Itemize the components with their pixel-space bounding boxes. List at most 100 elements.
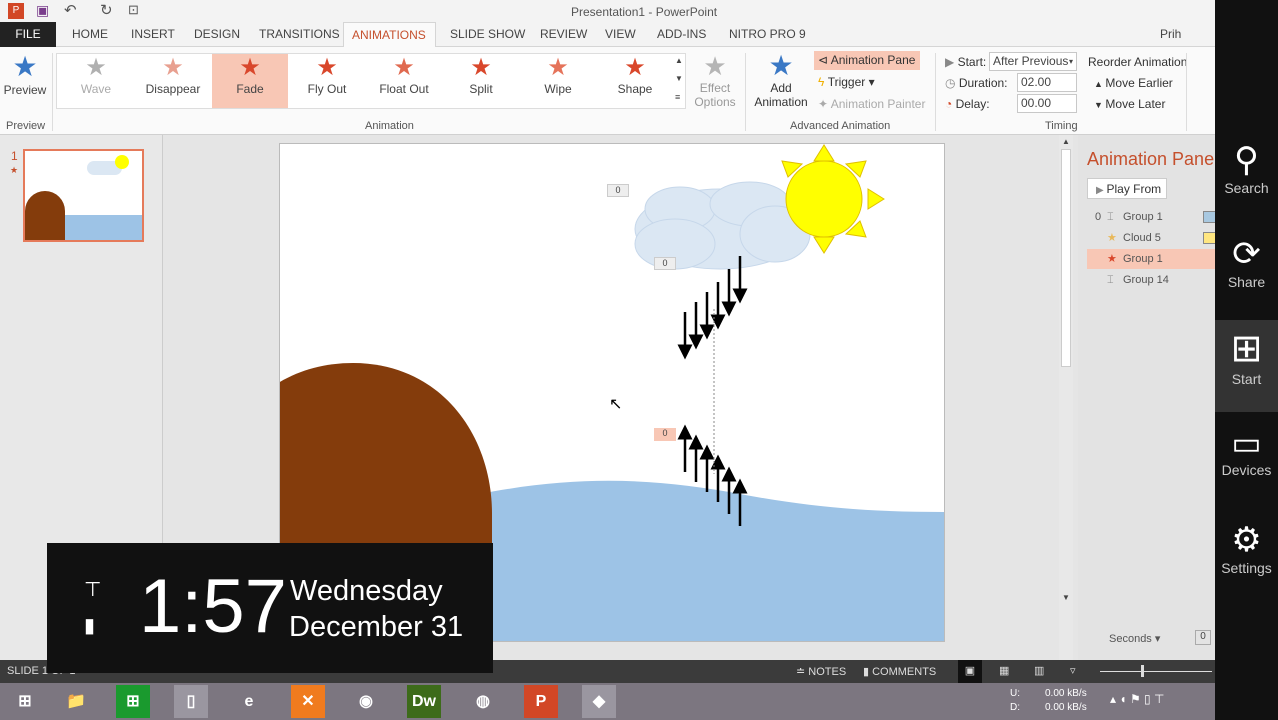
animation-star-icon: ★ — [162, 54, 184, 81]
vertical-scrollbar[interactable]: ▲ ▼ — [1059, 135, 1073, 660]
add-animation-button[interactable]: ★ Add Animation — [752, 50, 810, 110]
reading-view-icon[interactable]: ▥ — [1034, 664, 1044, 677]
title-bar: P ▣ ↶ ↻ ⊡ Presentation1 - PowerPoint — [0, 0, 1215, 22]
tray-icons[interactable]: ▴ ◖ ⚑ ▯ ⊤ — [1110, 692, 1164, 706]
water-shape[interactable] — [480, 480, 945, 642]
charm-share[interactable]: ⟳ Share — [1215, 234, 1278, 328]
gallery-scroll-up[interactable]: ▲ — [675, 56, 683, 65]
animation-fade[interactable]: ★ Fade — [212, 54, 288, 108]
settings-gear-icon: ⚙ — [1231, 521, 1262, 559]
taskbar-windows-start-icon[interactable]: ⊞ — [8, 685, 42, 718]
taskbar-powerpoint-icon[interactable]: P — [524, 685, 558, 718]
play-from-button[interactable]: ▶ Play From — [1087, 178, 1167, 199]
animation-list-item[interactable]: ⌶ Group 14 — [1087, 270, 1215, 290]
animation-list-item[interactable]: ★ Group 1 — [1087, 249, 1215, 269]
notes-button[interactable]: ≐ NOTES — [796, 665, 846, 678]
scroll-up-icon[interactable]: ▲ — [1062, 137, 1070, 146]
lock-clock-overlay: ⊤ ▮ 1:57 Wednesday December 31 — [47, 543, 493, 673]
ribbon-tabs: FILE HOME INSERT DESIGN TRANSITIONS ANIM… — [0, 22, 1215, 66]
taskbar-app-icon[interactable]: ▯ — [174, 685, 208, 718]
redo-icon[interactable]: ↻ — [100, 1, 113, 19]
scroll-thumb[interactable] — [1061, 149, 1071, 367]
taskbar-chrome-icon[interactable]: ◉ — [349, 685, 383, 718]
taskbar: ⊞ 📁 ⊞ ▯ e ✕ ◉ Dw ◍ P ◆ U: D: 0.00 kB/s 0.00 kB/s ▴… — [0, 683, 1215, 720]
comments-button[interactable]: ▮ COMMENTS — [863, 665, 936, 678]
animation-wave[interactable]: ★ Wave — [58, 54, 134, 108]
taskbar-xampp-icon[interactable]: ✕ — [291, 685, 325, 718]
animation-tag-selected[interactable]: 0 — [654, 428, 676, 441]
gallery-more[interactable]: ≡ — [675, 92, 680, 102]
rain-arrows-down[interactable] — [677, 256, 748, 360]
animation-list-item[interactable]: 0 ⌶ Group 1 — [1087, 207, 1217, 227]
user-name[interactable]: Prih Hatmo — [1152, 22, 1215, 66]
taskbar-recorder-icon[interactable]: ◆ — [582, 685, 616, 718]
preview-button[interactable]: ★ Preview — [2, 51, 48, 113]
timeline-zoom-value[interactable]: 0 — [1195, 630, 1211, 645]
gallery-scroll-down[interactable]: ▼ — [675, 74, 683, 83]
animation-tag[interactable]: 0 — [607, 184, 629, 197]
taskbar-file-explorer-icon[interactable]: 📁 — [59, 685, 93, 718]
zoom-slider[interactable] — [1100, 671, 1212, 672]
tab-add-ins[interactable]: ADD-INS — [649, 22, 714, 47]
tab-home[interactable]: HOME — [64, 22, 116, 47]
taskbar-dreamweaver-icon[interactable]: Dw — [407, 685, 441, 718]
download-speed: 0.00 kB/s — [1045, 702, 1087, 713]
animation-fly-out[interactable]: ★ Fly Out — [289, 54, 365, 108]
reorder-animation-label: Reorder Animation — [1088, 55, 1188, 69]
animation-painter-button[interactable]: ✦ Animation Painter — [818, 97, 925, 111]
slide-sorter-icon[interactable]: ▦ — [999, 664, 1009, 677]
tab-animations[interactable]: ANIMATIONS — [343, 22, 436, 47]
animation-list-item[interactable]: ★ Cloud 5 — [1087, 228, 1217, 248]
normal-view-icon[interactable]: ▣ — [958, 660, 982, 683]
charm-devices[interactable]: ▭ Devices — [1215, 424, 1278, 518]
add-animation-icon: ★ — [768, 50, 794, 81]
slideshow-view-icon[interactable]: ▿ — [1070, 664, 1076, 677]
effect-options-button[interactable]: ★ Effect Options — [690, 51, 740, 109]
clock-day: Wednesday — [290, 575, 443, 607]
tab-design[interactable]: DESIGN — [186, 22, 248, 47]
scroll-down-icon[interactable]: ▼ — [1062, 593, 1070, 602]
animation-star-icon: ★ — [470, 54, 492, 81]
charm-search[interactable]: ⚲ Search — [1215, 140, 1278, 234]
tab-review[interactable]: REVIEW — [532, 22, 595, 47]
animation-star-icon: ★ — [316, 54, 338, 81]
slide-thumbnail-1[interactable] — [23, 149, 144, 242]
timing-group-label: Timing — [1045, 120, 1078, 132]
start-select[interactable]: After Previous ▾ — [989, 52, 1077, 71]
move-later-button[interactable]: ▼ Move Later — [1094, 97, 1165, 111]
animation-float-out[interactable]: ★ Float Out — [366, 54, 442, 108]
move-earlier-button[interactable]: ▲ Move Earlier — [1094, 76, 1173, 90]
trigger-button[interactable]: ϟ Trigger ▾ — [818, 75, 875, 89]
play-icon: ▶ — [1096, 185, 1107, 196]
animation-disappear[interactable]: ★ Disappear — [135, 54, 211, 108]
animation-tag[interactable]: 0 — [654, 257, 676, 270]
cloud-shape[interactable] — [634, 181, 811, 270]
animation-pane-button[interactable]: ⊲ Animation Pane — [814, 51, 920, 70]
tab-transitions[interactable]: TRANSITIONS — [251, 22, 348, 47]
animation-wipe[interactable]: ★ Wipe — [520, 54, 596, 108]
tab-insert[interactable]: INSERT — [123, 22, 183, 47]
charm-start[interactable]: ⊞ Start — [1215, 320, 1278, 412]
lightning-icon: ϟ — [818, 75, 828, 89]
start-label: ▶ Start: — [945, 55, 987, 69]
taskbar-google-earth-icon[interactable]: ◍ — [466, 685, 500, 718]
taskbar-internet-explorer-icon[interactable]: e — [232, 685, 266, 718]
charm-settings[interactable]: ⚙ Settings — [1215, 520, 1278, 614]
animation-shape[interactable]: ★ Shape — [597, 54, 673, 108]
tab-nitro-pro[interactable]: NITRO PRO 9 — [721, 22, 814, 47]
slideshow-icon[interactable]: ⊡ — [128, 2, 139, 18]
windows-logo-icon: ⊞ — [1230, 328, 1263, 370]
powerpoint-logo-icon: P — [8, 3, 24, 19]
tab-slide-show[interactable]: SLIDE SHOW — [442, 22, 533, 47]
delay-input[interactable]: 00.00 — [1017, 94, 1077, 113]
animation-indicator-icon: ★ — [10, 165, 19, 175]
tab-file[interactable]: FILE — [0, 22, 56, 47]
animation-split[interactable]: ★ Split — [443, 54, 519, 108]
undo-icon[interactable]: ↶ — [64, 1, 77, 19]
save-icon[interactable]: ▣ — [36, 2, 49, 19]
zoom-slider-thumb[interactable] — [1141, 665, 1144, 677]
taskbar-store-icon[interactable]: ⊞ — [116, 685, 150, 718]
tab-view[interactable]: VIEW — [597, 22, 644, 47]
seconds-dropdown[interactable]: Seconds ▾ — [1109, 632, 1160, 645]
duration-input[interactable]: 02.00 — [1017, 73, 1077, 92]
